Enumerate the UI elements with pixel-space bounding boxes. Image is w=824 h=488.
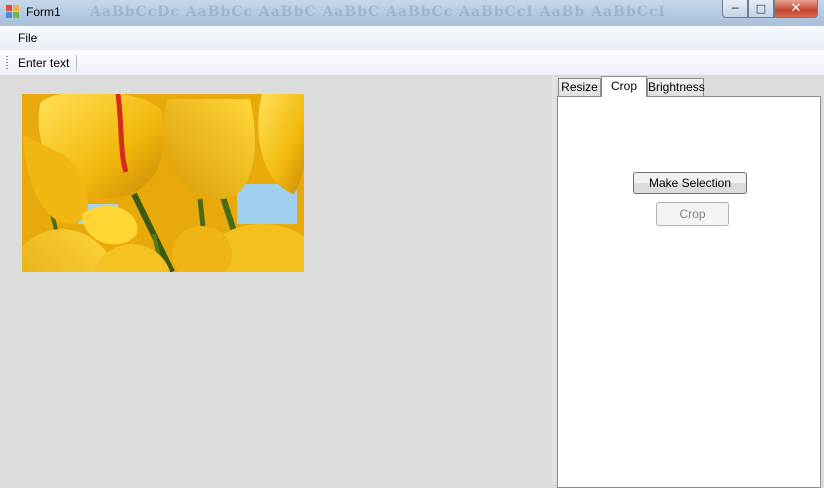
window-title: Form1 [26,5,61,19]
tab-resize[interactable]: Resize [558,78,601,96]
tab-crop[interactable]: Crop [601,76,647,97]
minimize-icon: ─ [731,2,739,15]
menu-file[interactable]: File [12,31,43,45]
maximize-icon: □ [755,2,767,15]
crop-tab-panel: Make Selection Crop [557,96,821,488]
make-selection-button[interactable]: Make Selection [633,172,747,194]
tab-brightness[interactable]: Brightness [647,78,705,96]
tab-control: Resize Crop Brightness Make Selection Cr… [556,76,824,488]
close-icon: ✕ [790,1,802,16]
title-bar: AaBbCcDc AaBbCc AaBbC AaBbC AaBbCc AaBbC… [0,0,824,26]
toolstrip-separator [76,55,77,71]
tulips-illustration [22,94,304,272]
maximize-button[interactable]: □ [748,0,774,18]
app-icon[interactable] [6,5,20,19]
crop-button[interactable]: Crop [656,202,729,226]
tulips-image [22,94,304,272]
minimize-button[interactable]: ─ [722,0,748,18]
image-panel [0,76,552,484]
tool-strip: Enter text [0,50,824,76]
close-button[interactable]: ✕ [774,0,818,18]
menu-bar: File [0,26,824,50]
enter-text-button[interactable]: Enter text [18,56,69,70]
title-bar-ghost-text: AaBbCcDc AaBbCc AaBbC AaBbC AaBbCc AaBbC… [90,4,666,20]
toolstrip-grip[interactable] [6,56,8,70]
